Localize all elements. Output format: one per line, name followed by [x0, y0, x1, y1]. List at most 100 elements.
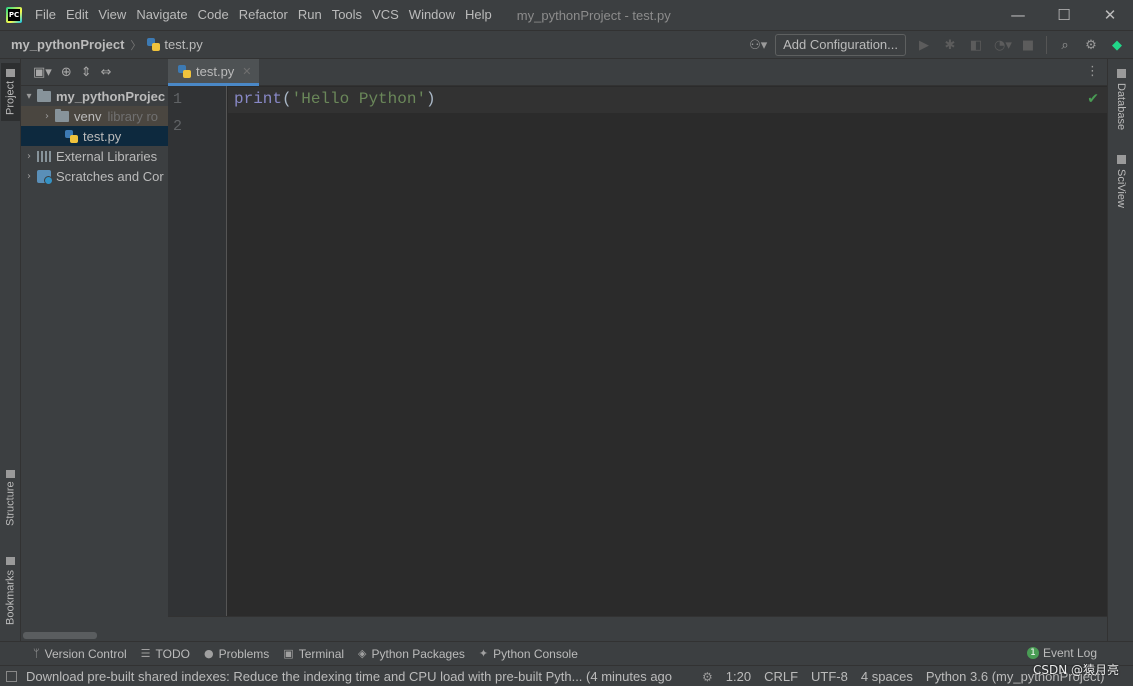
add-configuration-button[interactable]: Add Configuration... [775, 34, 906, 56]
tab-test-py[interactable]: test.py ✕ [168, 59, 259, 86]
library-root-note: library ro [107, 108, 159, 124]
editor-bottom-border [168, 616, 1107, 641]
folder-icon [6, 68, 15, 77]
list-icon: ☰ [140, 647, 151, 660]
tab-todo[interactable]: ☰ TODO [141, 647, 190, 661]
tree-item-external-libraries[interactable]: › External Libraries [21, 146, 168, 166]
menu-run[interactable]: Run [293, 0, 327, 30]
left-tool-strip: Project Structure Bookmarks [0, 59, 21, 641]
tab-version-control[interactable]: ᛘ Version Control [33, 647, 127, 661]
chevron-right-icon[interactable]: › [21, 151, 37, 162]
library-icon [37, 150, 51, 162]
info-icon: ● [203, 647, 214, 660]
tree-item-label: my_pythonProjec [56, 88, 166, 104]
line-number: 2 [173, 118, 183, 135]
bookmarks-tool-tab[interactable]: Bookmarks [1, 551, 20, 631]
menu-window[interactable]: Window [404, 0, 460, 30]
toggle-tool-windows-icon[interactable] [6, 670, 17, 682]
jetbrains-toolbox-icon[interactable]: ◆ [1109, 38, 1125, 53]
run-icon[interactable]: ▶ [916, 38, 932, 53]
tree-item-scratches[interactable]: › Scratches and Cor [21, 166, 168, 186]
status-message[interactable]: Download pre-built shared indexes: Reduc… [26, 669, 672, 684]
packages-icon: ◈ [358, 647, 367, 660]
indent-setting[interactable]: 4 spaces [861, 669, 913, 684]
chevron-right-icon[interactable]: › [39, 111, 55, 122]
tree-item-venv[interactable]: › venv library ro [21, 106, 168, 126]
sciview-tool-tab[interactable]: SciView [1112, 155, 1130, 215]
user-icon[interactable]: ⚇▾ [749, 38, 767, 53]
tool-tab-label: Problems [218, 646, 270, 661]
scratches-icon [37, 169, 53, 185]
more-options-icon[interactable]: ⋮ [1086, 64, 1099, 79]
menu-file[interactable]: File [30, 0, 61, 30]
expand-all-icon[interactable]: ⇕ [81, 65, 92, 80]
structure-tool-tab[interactable]: Structure [1, 463, 20, 533]
breadcrumb-project[interactable]: my_pythonProject [11, 37, 124, 52]
folder-icon [37, 88, 51, 102]
inspection-ok-checkmark-icon[interactable]: ✔ [1087, 91, 1099, 107]
branch-icon: ᛘ [33, 647, 40, 660]
menu-view[interactable]: View [93, 0, 131, 30]
tab-python-console[interactable]: ✦ Python Console [479, 647, 578, 661]
line-separator[interactable]: CRLF [764, 669, 798, 684]
folder-icon [55, 108, 69, 122]
tool-tab-label: Version Control [44, 646, 127, 661]
close-button[interactable]: ✕ [1087, 0, 1133, 30]
menu-help[interactable]: Help [460, 0, 497, 30]
menu-edit[interactable]: Edit [61, 0, 93, 30]
project-panel-toolbar: ▣▾ ⊕ ⇕ ⇔ [21, 59, 168, 86]
navigation-bar: my_pythonProject 〉 test.py ⚇▾ Add Config… [0, 30, 1133, 59]
stop-icon[interactable]: ■ [1020, 38, 1036, 53]
coverage-icon[interactable]: ◧ [968, 38, 984, 53]
file-encoding[interactable]: UTF-8 [811, 669, 848, 684]
sciview-tab-label: SciView [1115, 169, 1127, 208]
search-icon[interactable]: ⌕ [1057, 38, 1073, 53]
minimize-button[interactable]: — [995, 0, 1041, 30]
window-title: my_pythonProject - test.py [516, 7, 671, 23]
database-icon [1116, 69, 1126, 78]
tab-label: test.py [196, 63, 235, 79]
terminal-icon: ▣ [283, 647, 294, 660]
caret-position[interactable]: 1:20 [726, 669, 751, 684]
tab-python-packages[interactable]: ◈ Python Packages [358, 647, 465, 661]
database-tool-tab[interactable]: Database [1112, 69, 1130, 139]
code-paren: ) [426, 90, 436, 108]
line-number-gutter: 1 2 [168, 86, 227, 616]
menu-refactor[interactable]: Refactor [234, 0, 293, 30]
chevron-down-icon[interactable]: ▾ [21, 91, 37, 102]
event-log-button[interactable]: 1 Event Log [1026, 646, 1097, 660]
tab-terminal[interactable]: ▣ Terminal [283, 647, 344, 661]
background-tasks-icon[interactable]: ⚙ [702, 670, 713, 684]
tree-item-project-root[interactable]: ▾ my_pythonProjec [21, 86, 168, 106]
debug-icon[interactable]: ✱ [942, 38, 958, 53]
csdn-watermark: CSDN @猿月亮 [1032, 663, 1119, 677]
menu-navigate[interactable]: Navigate [131, 0, 192, 30]
close-tab-icon[interactable]: ✕ [242, 65, 251, 78]
maximize-button[interactable]: ☐ [1041, 0, 1087, 30]
project-tool-tab[interactable]: Project [1, 63, 20, 121]
menu-tools[interactable]: Tools [327, 0, 367, 30]
view-mode-icon[interactable]: ▣▾ [33, 65, 52, 80]
code-string: 'Hello Python' [291, 90, 427, 108]
breadcrumb-file[interactable]: test.py [164, 37, 202, 52]
menu-vcs[interactable]: VCS [367, 0, 404, 30]
collapse-all-icon[interactable]: ⇔ [101, 65, 112, 80]
settings-gear-icon[interactable]: ⚙ [1083, 38, 1099, 53]
chevron-right-icon[interactable]: › [21, 171, 37, 182]
tool-tab-label: Python Console [493, 646, 578, 661]
code-text[interactable]: print('Hello Python') [234, 90, 436, 108]
status-bar: Download pre-built shared indexes: Reduc… [0, 665, 1133, 686]
tree-item-test-py[interactable]: test.py [21, 126, 168, 146]
horizontal-scrollbar[interactable] [23, 632, 97, 639]
locate-file-icon[interactable]: ⊕ [61, 65, 72, 80]
profile-icon[interactable]: ◔▾ [994, 38, 1012, 53]
title-bar: File Edit View Navigate Code Refactor Ru… [0, 0, 1133, 30]
sciview-grid-icon [1116, 155, 1126, 164]
tab-problems[interactable]: ● Problems [204, 647, 269, 661]
code-builtin: print [234, 90, 283, 108]
editor-area: test.py ✕ ⋮ 1 2 print('Hello Python') ✔ [168, 59, 1107, 641]
menu-code[interactable]: Code [193, 0, 234, 30]
event-count-badge: 1 [1026, 647, 1039, 659]
database-tab-label: Database [1115, 83, 1127, 131]
tree-item-label: test.py [83, 128, 122, 144]
